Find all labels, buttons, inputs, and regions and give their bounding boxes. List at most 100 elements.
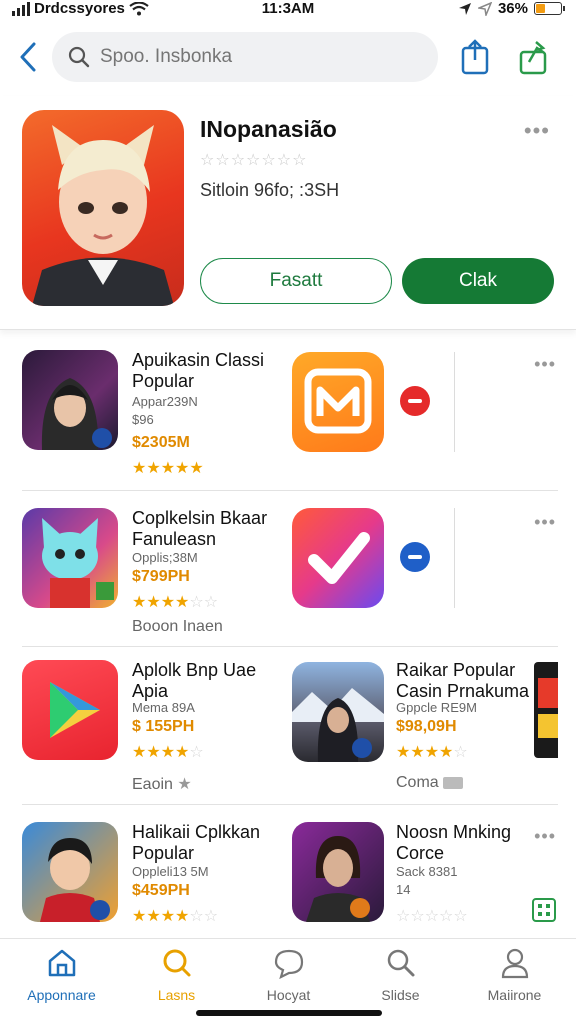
app-size: $96 bbox=[132, 412, 154, 427]
app-rating: ★★★★☆☆ bbox=[132, 908, 219, 925]
app-rating: ☆☆☆☆☆ bbox=[396, 908, 468, 925]
more-icon[interactable]: ••• bbox=[524, 118, 550, 144]
vertical-divider bbox=[454, 508, 455, 608]
back-chevron-icon bbox=[20, 42, 36, 72]
app-row-3: Aplolk Bnp Uae Apia Mema 89A $ 155PH ★★★… bbox=[0, 656, 576, 802]
app-price: $ 155PH bbox=[132, 718, 195, 735]
search-icon bbox=[68, 46, 90, 68]
app-developer: Sack 8381 bbox=[396, 864, 458, 879]
share-icon bbox=[461, 39, 489, 75]
app-price: 14 bbox=[396, 882, 411, 897]
hooded-figure-icon bbox=[41, 378, 112, 450]
tab-profile[interactable]: Maiirone bbox=[457, 947, 572, 1007]
magnifier-icon bbox=[387, 949, 414, 977]
app-row-4: Halikaii Cplkkan Popular Oppleli13 5M $4… bbox=[0, 814, 576, 938]
app-developer: Oppleli13 5M bbox=[132, 864, 209, 879]
app-name: Noosn Mnking Corce bbox=[396, 822, 512, 863]
more-icon[interactable]: ••• bbox=[534, 354, 556, 375]
search-input[interactable] bbox=[100, 46, 420, 68]
battery-percent: 36% bbox=[497, 0, 528, 17]
tab-slides[interactable]: Slidse bbox=[343, 947, 458, 1007]
app-note: Coma bbox=[396, 774, 464, 792]
cat-character-icon bbox=[42, 518, 114, 608]
featured-title: INopanasião bbox=[200, 116, 337, 142]
vertical-divider bbox=[454, 352, 455, 452]
home-icon bbox=[48, 949, 75, 977]
location-outline-icon bbox=[477, 1, 492, 16]
person-icon bbox=[501, 948, 528, 979]
app-icon-man[interactable] bbox=[292, 822, 384, 922]
app-name: Apuikasin Classi Popular bbox=[132, 350, 265, 391]
app-price: $98,09H bbox=[396, 718, 457, 735]
avatar-illustration bbox=[32, 125, 174, 306]
more-icon[interactable]: ••• bbox=[534, 512, 556, 533]
featured-app-icon[interactable] bbox=[22, 110, 184, 306]
secondary-button[interactable]: Fasatt bbox=[200, 258, 392, 304]
home-indicator[interactable] bbox=[196, 1010, 382, 1016]
app-name: Halikaii Cplkkan Popular bbox=[132, 822, 261, 863]
app-price: $2305M bbox=[132, 434, 190, 451]
app-developer: Gppcle RE9M bbox=[396, 700, 477, 715]
app-icon-mail[interactable] bbox=[292, 352, 384, 452]
share-alt-icon bbox=[519, 41, 547, 75]
star-icon: ★ bbox=[177, 776, 192, 793]
app-icon-check[interactable] bbox=[292, 508, 384, 608]
grid-icon bbox=[538, 904, 550, 916]
app-developer: Mema 89A bbox=[132, 700, 195, 715]
primary-button[interactable]: Clak bbox=[402, 258, 554, 304]
featured-rating: ☆☆☆☆☆☆☆ bbox=[200, 152, 308, 169]
app-developer: Appar239N bbox=[132, 394, 198, 409]
tab-apps[interactable]: Apponnare bbox=[4, 947, 119, 1007]
app-name: Raikar Popular Casin Prnakuma bbox=[396, 660, 530, 701]
share-alt-button[interactable] bbox=[516, 38, 550, 76]
status-right: 36% bbox=[458, 0, 565, 17]
app-price: $799PH bbox=[132, 568, 190, 585]
man-portrait-icon bbox=[306, 836, 370, 922]
app-developer: Opplis;38M bbox=[132, 550, 198, 565]
divider bbox=[22, 490, 558, 491]
share-button[interactable] bbox=[458, 38, 492, 76]
app-note: Eaoin ★ bbox=[132, 776, 192, 793]
tab-chat[interactable]: Hocyat bbox=[231, 947, 346, 1007]
app-rating: ★★★★☆☆ bbox=[132, 594, 219, 611]
app-row-2: Coplkelsin Bkaar Fanuleasn Opplis;38M $7… bbox=[0, 500, 576, 646]
remove-button-blue[interactable] bbox=[400, 542, 430, 572]
status-bar: Drdcssyores 11:3AM 36% bbox=[0, 0, 576, 24]
grid-toggle-button[interactable] bbox=[532, 898, 556, 922]
app-icon-play[interactable] bbox=[22, 660, 118, 760]
more-icon[interactable]: ••• bbox=[534, 826, 556, 847]
app-name: Aplolk Bnp Uae Apia bbox=[132, 660, 257, 701]
tab-label: Hocyat bbox=[266, 987, 311, 1003]
header bbox=[0, 30, 576, 86]
search-tab-icon bbox=[163, 949, 190, 977]
checkmark-icon bbox=[308, 532, 370, 584]
app-rating: ★★★★☆ bbox=[132, 744, 204, 761]
app-rating: ★★★★★ bbox=[132, 460, 204, 477]
tab-search[interactable]: Lasns bbox=[119, 947, 234, 1007]
app-icon-hooded[interactable] bbox=[22, 350, 118, 450]
partial-app-icon[interactable] bbox=[534, 662, 558, 758]
tab-label: Slidse bbox=[381, 987, 420, 1003]
featured-card: INopanasião ☆☆☆☆☆☆☆ Sitloin 96fo; :3SH •… bbox=[0, 96, 576, 330]
app-icon-cat[interactable] bbox=[22, 508, 118, 608]
search-bar[interactable] bbox=[52, 32, 438, 82]
tab-label: Apponnare bbox=[27, 987, 96, 1003]
tab-label: Lasns bbox=[157, 987, 196, 1003]
mail-icon bbox=[304, 368, 372, 434]
divider bbox=[22, 646, 558, 647]
app-row-1: Apuikasin Classi Popular Appar239N $96 $… bbox=[0, 344, 576, 490]
app-icon-boy[interactable] bbox=[22, 822, 118, 922]
app-rating: ★★★★☆ bbox=[396, 744, 468, 761]
app-icon-warrior[interactable] bbox=[292, 662, 384, 762]
battery-icon bbox=[534, 2, 565, 15]
warrior-character-icon bbox=[292, 688, 384, 762]
featured-subtitle: Sitloin 96fo; :3SH bbox=[200, 180, 340, 200]
card-icon bbox=[443, 776, 464, 789]
play-store-icon bbox=[50, 682, 100, 738]
remove-button-red[interactable] bbox=[400, 386, 430, 416]
back-button[interactable] bbox=[16, 40, 44, 74]
boy-character-icon bbox=[40, 838, 110, 922]
app-price: $459PH bbox=[132, 882, 190, 899]
divider bbox=[22, 804, 558, 805]
chat-icon bbox=[274, 949, 303, 979]
